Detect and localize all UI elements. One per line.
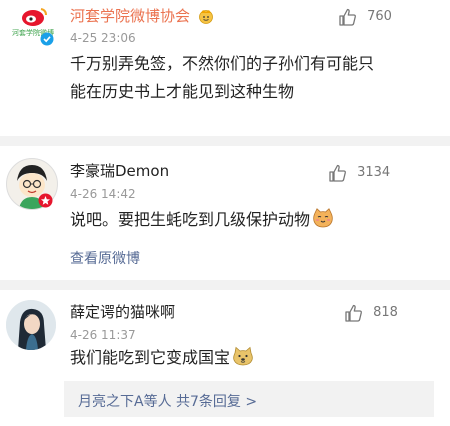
vip-badge-icon [38,193,53,212]
comment-time: 4-26 14:42 [70,187,136,201]
comment-text: 我们能吃到它变成国宝 [70,344,254,375]
author-name[interactable]: 河套学院微博协会 [70,7,190,25]
thumb-up-icon [338,7,358,27]
like-button[interactable]: 3134 [328,162,390,183]
avatar-xuedinge[interactable] [6,300,56,350]
view-replies-link[interactable]: 月亮之下A等人 共7条回复 > [78,391,257,411]
comment-1-header: 河套学院微博协会 [70,6,215,28]
author-name[interactable]: 薛定谔的猫咪啊 [70,303,175,321]
verified-badge-icon [40,31,54,50]
section-divider [0,136,450,146]
like-count: 818 [373,305,398,320]
like-count: 3134 [357,165,391,180]
comment-time: 4-26 11:37 [70,328,136,342]
thumb-up-icon [328,163,348,183]
comment-text: 说吧。要把生蚝吃到几级保护动物 [70,206,334,237]
comment-text-body: 我们能吃到它变成国宝 [70,348,231,367]
thumb-up-icon [344,303,364,323]
girl-avatar-icon [6,300,56,350]
replies-box[interactable]: 月亮之下A等人 共7条回复 > [64,381,434,417]
author-name[interactable]: 李豪瑞Demon [70,162,169,180]
cat-emoji-icon [312,208,334,237]
view-original-weibo-link[interactable]: 查看原微博 [70,248,140,268]
comment-text-line-2: 能在历史书上才能见到这种生物 [70,82,295,101]
doge-emoji-icon [232,346,254,375]
comment-text-body: 说吧。要把生蚝吃到几级保护动物 [70,210,311,229]
section-divider [0,280,450,290]
like-button[interactable]: 818 [344,302,398,323]
like-count: 760 [367,9,392,24]
crown-emoji-icon [197,8,215,28]
comment-text-line-1: 千万别弄免签，不然你们的子孙们有可能只 [70,54,375,73]
like-button[interactable]: 760 [338,6,392,27]
comment-text: 千万别弄免签，不然你们的子孙们有可能只 能在历史书上才能见到这种生物 [70,50,442,106]
comment-time: 4-25 23:06 [70,31,136,45]
